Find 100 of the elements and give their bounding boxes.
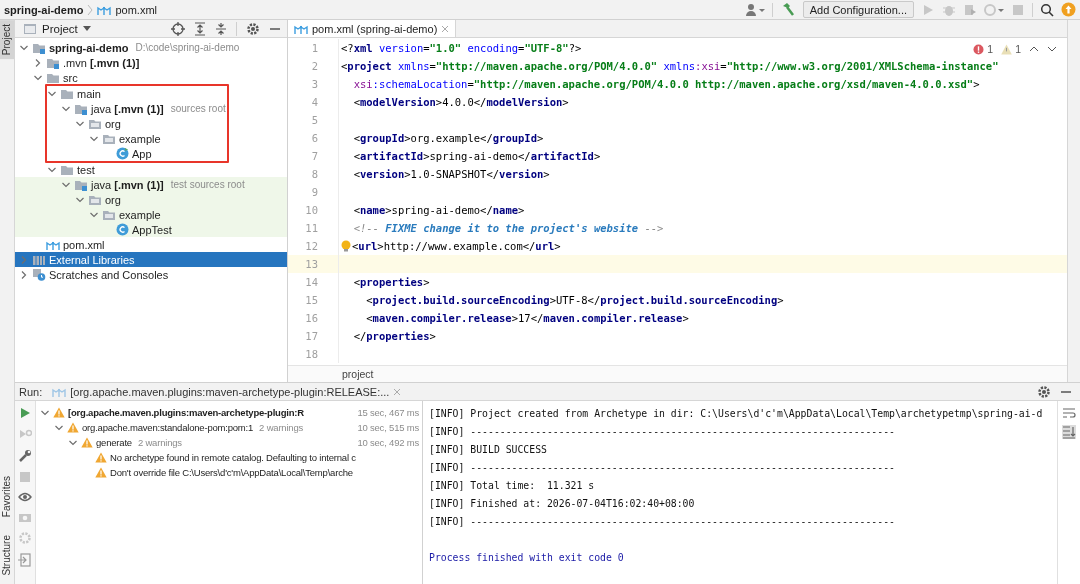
- search-icon[interactable]: [1040, 2, 1054, 17]
- tree-item-label: org: [105, 117, 121, 130]
- tree-item-label: example: [119, 208, 161, 221]
- tree-item-label: example: [119, 132, 161, 145]
- collapse-all-icon[interactable]: [215, 21, 227, 36]
- tree-item[interactable]: src: [15, 70, 287, 85]
- tree-item[interactable]: App: [47, 146, 227, 161]
- chevron-down-icon[interactable]: [1047, 45, 1057, 53]
- console-line: [INFO] ------------------------------------------------------------------------: [429, 515, 896, 529]
- warning-count[interactable]: 1: [1015, 43, 1021, 55]
- tree-item-label: java [.mvn (1)]: [91, 178, 164, 191]
- folder-icon: [60, 87, 74, 100]
- profiler-icon[interactable]: [984, 2, 1004, 17]
- code-line: <properties>: [352, 276, 430, 288]
- exit-icon[interactable]: [18, 553, 32, 567]
- caret-icon[interactable]: [82, 25, 91, 32]
- error-count[interactable]: 1: [987, 43, 994, 55]
- tree-item[interactable]: .mvn [.mvn (1)]: [15, 55, 287, 70]
- line-number: 2: [288, 57, 339, 75]
- target-icon[interactable]: [171, 21, 185, 36]
- tree-item[interactable]: org: [47, 116, 227, 131]
- duration: 10 sec, 492 ms: [355, 437, 422, 448]
- line-number: 3: [288, 75, 339, 93]
- code-line: <url>http://www.example.com</url>: [352, 240, 561, 252]
- line-number: 4: [288, 93, 339, 111]
- chevron-right-icon[interactable]: [33, 57, 43, 68]
- tree-item[interactable]: External Libraries: [15, 252, 287, 267]
- tree-item[interactable]: main: [47, 86, 227, 101]
- console-line: [INFO] Finished at: 2026-07-04T16:02:40+08:00: [429, 497, 696, 511]
- wrench-icon[interactable]: [18, 449, 32, 463]
- tree-item[interactable]: spring-ai-demo D:\code\spring-ai-demo: [15, 40, 287, 55]
- build-tree-item[interactable]: org.apache.maven:standalone-pom:pom:1 2 warnings 10 sec, 515 ms: [36, 420, 422, 435]
- tree-item-label: .mvn [.mvn (1)]: [63, 56, 140, 69]
- lightbulb-icon[interactable]: [340, 240, 352, 252]
- build-tree-item[interactable]: Don't override file C:\Users\d'c'm\AppData\Local\Temp\arche: [36, 465, 422, 480]
- editor-tab[interactable]: pom.xml (spring-ai-demo): [288, 20, 457, 37]
- tree-item-label: java [.mvn (1)]: [91, 102, 164, 115]
- class-icon: [116, 147, 129, 160]
- user-icon[interactable]: [744, 2, 765, 17]
- tree-item[interactable]: Scratches and Consoles: [15, 267, 287, 282]
- build-tree-item[interactable]: generate 2 warnings 10 sec, 492 ms: [36, 435, 422, 450]
- module-folder-icon: [46, 56, 60, 69]
- duration: 10 sec, 515 ms: [355, 422, 422, 433]
- tool-window-tab[interactable]: Structure: [0, 531, 14, 580]
- tree-item[interactable]: org: [15, 192, 287, 207]
- breadcrumb-item[interactable]: project: [342, 368, 374, 380]
- line-number: 18: [288, 345, 339, 363]
- package-icon: [102, 132, 116, 145]
- code-line: <?xml version="1.0" encoding="UTF-8"?>: [341, 42, 582, 54]
- line-number: 16: [288, 309, 339, 327]
- breadcrumb-item[interactable]: pom.xml: [115, 3, 157, 16]
- soft-wrap-icon[interactable]: [1062, 407, 1076, 419]
- tree-item[interactable]: example: [15, 207, 287, 222]
- breadcrumb-item[interactable]: spring-ai-demo: [4, 3, 84, 16]
- path-hint: D:\code\spring-ai-demo: [135, 42, 240, 53]
- tree-item[interactable]: java [.mvn (1)] test sources root: [15, 177, 287, 192]
- package-icon: [88, 117, 102, 130]
- settings-icon[interactable]: [246, 21, 260, 36]
- rerun-icon[interactable]: [19, 407, 31, 419]
- tree-item-label: org: [105, 193, 121, 206]
- tree-item[interactable]: pom.xml: [15, 237, 287, 252]
- code-line: <name>spring-ai-demo</name>: [352, 204, 525, 216]
- build-step-label: No archetype found in remote catalog. Defaulting to internal c: [110, 451, 356, 465]
- chevron-right-icon: [87, 3, 94, 16]
- code-line: <version>1.0-SNAPSHOT</version>: [352, 168, 550, 180]
- tree-item-label: src: [63, 71, 78, 84]
- panel-title: Run:: [19, 385, 43, 398]
- console-line: [INFO] Project created from Archetype in dir: C:\Users\d'c'm\AppData\Local\Temp\archetypetmp\spring-ai-d: [429, 407, 1044, 421]
- tool-window-tab[interactable]: Project: [0, 20, 14, 60]
- build-step-label: org.apache.maven:standalone-pom:pom:1: [82, 421, 254, 435]
- chevron-right-icon[interactable]: [19, 269, 29, 280]
- update-icon[interactable]: [1061, 2, 1076, 17]
- tree-item[interactable]: test: [15, 162, 287, 177]
- tree-item-label: spring-ai-demo: [49, 41, 129, 54]
- tree-item-label: pom.xml: [63, 238, 105, 251]
- close-icon[interactable]: [441, 24, 450, 33]
- tree-item-label: Scratches and Consoles: [49, 268, 169, 281]
- settings-icon[interactable]: [1037, 384, 1051, 399]
- chevron-up-icon[interactable]: [1029, 45, 1039, 53]
- code-line: <artifactId>spring-ai-demo</artifactId>: [352, 150, 601, 162]
- code-line: xsi:schemaLocation="http://maven.apache.org/POM/4.0.0 http://maven.apache.org/xsd/maven-4.0.0.xsd">: [352, 78, 980, 90]
- tree-item[interactable]: java [.mvn (1)] sources root: [47, 101, 227, 116]
- build-tree-item[interactable]: No archetype found in remote catalog. Defaulting to internal c: [36, 450, 422, 465]
- close-icon[interactable]: [393, 387, 402, 396]
- coverage-icon[interactable]: [963, 2, 977, 17]
- run-configuration-button[interactable]: Add Configuration...: [802, 1, 914, 18]
- tree-item[interactable]: AppTest: [15, 222, 287, 237]
- tree-item-label: External Libraries: [49, 253, 135, 266]
- build-tree-item[interactable]: [org.apache.maven.plugins:maven-archetype-plugin:R 15 sec, 467 ms: [36, 405, 422, 420]
- path-hint: sources root: [170, 103, 226, 114]
- tree-item-label: App: [132, 147, 152, 160]
- tree-item[interactable]: example: [47, 131, 227, 146]
- warning-count: 2 warnings: [259, 422, 304, 433]
- scroll-to-end-icon[interactable]: [1062, 425, 1076, 439]
- panel-title[interactable]: Project: [42, 22, 78, 35]
- expand-all-icon[interactable]: [194, 21, 206, 36]
- folder-icon: [46, 71, 60, 84]
- code-line: <project xmlns="http://maven.apache.org/POM/4.0.0" xmlns:xsi="http://www.w3.org/2001/XMLSchema-instance": [341, 60, 999, 72]
- eye-icon[interactable]: [18, 491, 32, 503]
- tool-window-tab[interactable]: Favorites: [0, 472, 14, 522]
